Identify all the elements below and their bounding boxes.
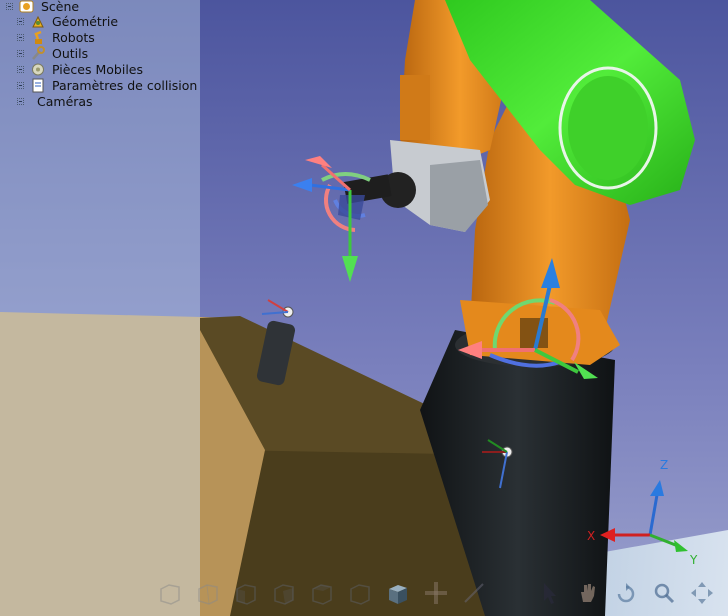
expand-icon[interactable] xyxy=(17,81,24,89)
fit-icon[interactable] xyxy=(687,578,717,608)
geometry-icon xyxy=(32,15,44,27)
rotate-icon[interactable] xyxy=(611,578,641,608)
expand-icon[interactable] xyxy=(17,17,24,25)
robot-wrist-plate xyxy=(400,75,430,140)
axis-label-y: Y xyxy=(690,553,698,567)
tree-label-geometry: Géométrie xyxy=(52,13,119,29)
view-bottom-icon[interactable] xyxy=(345,578,375,608)
tree-label-collision-settings: Paramètres de collision xyxy=(52,77,198,93)
expand-icon[interactable] xyxy=(17,97,24,105)
expand-icon[interactable] xyxy=(17,65,24,73)
pointer-icon[interactable] xyxy=(535,578,565,608)
zoom-icon[interactable] xyxy=(649,578,679,608)
robots-icon xyxy=(34,30,42,44)
tree-item-robots[interactable]: Robots xyxy=(17,29,95,45)
axis-label-z: Z xyxy=(660,458,669,472)
tree-label-cameras: Caméras xyxy=(37,93,93,109)
tree-item-cameras[interactable]: Caméras xyxy=(17,93,93,109)
tools-icon xyxy=(32,45,45,60)
expand-icon[interactable] xyxy=(17,49,24,57)
expand-icon[interactable] xyxy=(17,33,24,41)
collapse-icon[interactable] xyxy=(6,2,13,10)
tree-item-collision-settings[interactable]: Paramètres de collision xyxy=(17,77,197,93)
collision-settings-icon xyxy=(32,78,44,92)
axis-label-x: X xyxy=(587,529,596,543)
view-iso-icon[interactable] xyxy=(383,578,413,608)
green-joint-inner xyxy=(568,76,648,180)
view-left-icon[interactable] xyxy=(231,578,261,608)
tree-item-moving-parts[interactable]: Pièces Mobiles xyxy=(17,61,143,77)
line-tool-icon[interactable] xyxy=(459,578,489,608)
view-back-icon[interactable] xyxy=(193,578,223,608)
tree-item-scene[interactable]: Scène xyxy=(6,0,79,14)
scene-tree-panel: Scène Géométrie Robots Outils Pièces Mob… xyxy=(0,0,200,616)
tree-item-geometry[interactable]: Géométrie xyxy=(17,13,118,29)
tree-item-tools[interactable]: Outils xyxy=(17,45,88,61)
view-top-icon[interactable] xyxy=(307,578,337,608)
view-right-icon[interactable] xyxy=(269,578,299,608)
measure-icon[interactable] xyxy=(421,578,451,608)
tree-label-scene: Scène xyxy=(41,0,80,14)
scene-icon xyxy=(19,0,34,12)
tree-label-robots: Robots xyxy=(52,29,95,45)
view-front-icon[interactable] xyxy=(155,578,185,608)
moving-parts-icon xyxy=(32,63,44,75)
tree-label-moving-parts: Pièces Mobiles xyxy=(52,61,143,77)
hand-icon[interactable] xyxy=(573,578,603,608)
view-toolbar xyxy=(155,578,717,612)
tree-label-tools: Outils xyxy=(52,45,89,61)
